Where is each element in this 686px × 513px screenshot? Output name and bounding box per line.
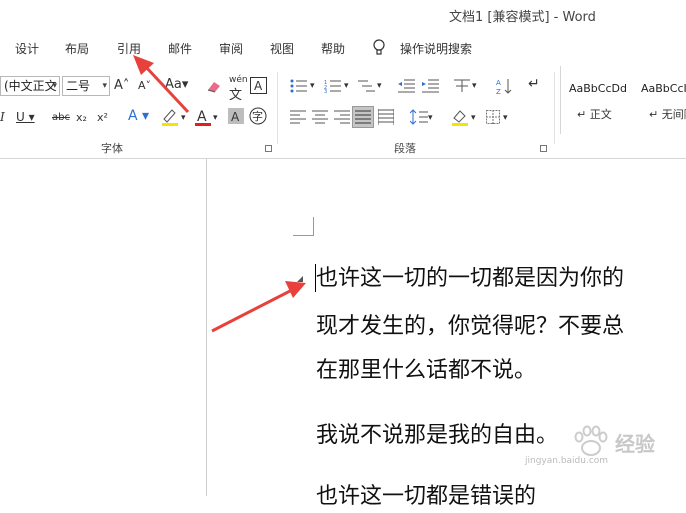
group-divider xyxy=(554,72,555,144)
chevron-down-icon[interactable]: ▾ xyxy=(472,78,477,94)
svg-text:Z: Z xyxy=(496,88,501,95)
align-center-icon[interactable] xyxy=(312,110,328,124)
font-dialog-launcher-icon[interactable] xyxy=(265,145,272,152)
svg-text:3: 3 xyxy=(324,89,327,93)
page-left-edge xyxy=(206,159,207,496)
font-name-combo[interactable]: (中文正文 ▾ xyxy=(0,76,60,96)
chevron-down-icon[interactable]: ▾ xyxy=(52,77,57,95)
tab-mailings[interactable]: 邮件 xyxy=(168,40,192,57)
tab-references[interactable]: 引用 xyxy=(117,40,141,57)
paragraph-line[interactable]: 在那里什么话都不说。 xyxy=(316,355,536,387)
bullets-icon[interactable] xyxy=(290,79,308,93)
subscript-icon[interactable]: x₂ xyxy=(76,110,87,126)
distributed-icon[interactable] xyxy=(378,109,394,125)
line-spacing-icon[interactable] xyxy=(410,109,428,125)
margin-corner-mark xyxy=(293,235,313,236)
font-group-label: 字体 xyxy=(101,142,123,155)
enclose-characters-icon[interactable]: 字 xyxy=(249,107,267,125)
highlight-color-icon[interactable] xyxy=(160,107,180,127)
font-name-value: (中文正文 xyxy=(4,79,57,93)
tab-design[interactable]: 设计 xyxy=(15,40,39,57)
tab-review[interactable]: 审阅 xyxy=(219,40,243,57)
paragraph-dialog-launcher-icon[interactable] xyxy=(540,145,547,152)
text-effects-icon[interactable]: A ▾ xyxy=(128,108,149,124)
paragraph-line[interactable]: 我说不说那是我的自由。 xyxy=(316,420,558,452)
grow-font-icon[interactable]: A˄ xyxy=(114,78,129,94)
show-marks-icon[interactable]: ↵ xyxy=(528,76,540,92)
chinese-layout-icon[interactable] xyxy=(452,78,472,94)
justify-button[interactable] xyxy=(352,106,374,128)
title-bar: 文档1 [兼容模式] - Word xyxy=(0,0,686,30)
style-no-spacing[interactable]: AaBbCcI ↵ 无间隔 xyxy=(635,72,686,130)
character-shading-icon[interactable]: A xyxy=(228,108,244,124)
baidu-jingyan-watermark: 经验 jingyan.baidu.com xyxy=(525,420,685,470)
chevron-down-icon[interactable]: ▾ xyxy=(377,78,382,94)
style-normal[interactable]: AaBbCcDd ↵ 正文 xyxy=(563,72,633,130)
change-case-button[interactable]: Aa▾ xyxy=(165,77,188,93)
font-color-icon[interactable]: A xyxy=(194,107,212,127)
underline-icon[interactable]: U ▾ xyxy=(16,109,35,125)
align-left-icon[interactable] xyxy=(290,110,306,124)
chevron-down-icon[interactable]: ▾ xyxy=(503,110,508,126)
svg-text:A: A xyxy=(496,79,501,87)
decrease-indent-icon[interactable] xyxy=(398,78,416,94)
watermark-url: jingyan.baidu.com xyxy=(525,456,609,466)
italic-icon[interactable]: I xyxy=(0,109,5,125)
chevron-down-icon[interactable]: ▾ xyxy=(213,110,218,126)
chevron-down-icon[interactable]: ▾ xyxy=(344,78,349,94)
pinyin-glyph: 文 xyxy=(229,88,243,103)
paragraph-group-label: 段落 xyxy=(394,142,416,155)
style-sample: AaBbCcDd xyxy=(569,82,627,95)
ribbon-tabs: 设计 布局 引用 邮件 审阅 视图 帮助 操作说明搜索 xyxy=(0,30,686,66)
superscript-icon[interactable]: x² xyxy=(97,110,108,126)
margin-corner-mark xyxy=(313,217,314,236)
justify-icon xyxy=(355,110,371,124)
ribbon-home: (中文正文 ▾ 二号 ▾ A˄ A˅ Aa▾ wén 文 A I U ▾ abc x₂… xyxy=(0,66,686,159)
chevron-down-icon[interactable]: ▾ xyxy=(471,110,476,126)
align-right-icon[interactable] xyxy=(334,110,350,124)
change-case-label: Aa xyxy=(165,77,182,92)
window-title: 文档1 [兼容模式] - Word xyxy=(449,10,596,25)
pinyin-label: wén xyxy=(229,75,248,85)
styles-gallery: AaBbCcDd ↵ 正文 AaBbCcI ↵ 无间隔 xyxy=(560,66,686,134)
chevron-down-icon[interactable]: ▾ xyxy=(428,110,433,126)
paragraph-marker-icon xyxy=(297,276,303,282)
tell-me-search[interactable]: 操作说明搜索 xyxy=(400,40,472,57)
clear-formatting-icon[interactable] xyxy=(206,78,224,94)
tab-help[interactable]: 帮助 xyxy=(321,40,345,57)
paragraph-line[interactable]: 现才发生的，你觉得呢？不要总 xyxy=(316,311,624,343)
paragraph-line[interactable]: 也许这一切的一切都是因为你的 xyxy=(316,263,624,295)
style-name: ↵ 无间隔 xyxy=(649,106,686,122)
style-name-text: 无间隔 xyxy=(661,108,686,121)
chevron-down-icon[interactable]: ▾ xyxy=(181,110,186,126)
multilevel-list-icon[interactable] xyxy=(358,79,376,93)
shrink-font-icon[interactable]: A˅ xyxy=(138,78,151,94)
tab-layout[interactable]: 布局 xyxy=(65,40,89,57)
group-divider xyxy=(277,72,278,144)
style-name-text: 正文 xyxy=(589,108,612,121)
borders-icon[interactable] xyxy=(486,110,500,124)
sort-icon[interactable]: AZ xyxy=(496,77,512,95)
tab-view[interactable]: 视图 xyxy=(270,40,294,57)
style-sample: AaBbCcI xyxy=(641,82,686,95)
character-border-icon[interactable]: A xyxy=(250,77,267,94)
watermark-text: 经验 xyxy=(615,432,655,456)
strikethrough-icon[interactable]: abc xyxy=(52,110,70,126)
svg-text:A: A xyxy=(197,109,207,125)
paragraph-line[interactable]: 也许这一切都是错误的 xyxy=(316,481,536,513)
lightbulb-icon xyxy=(373,39,385,55)
pinyin-guide-button[interactable]: wén 文 xyxy=(229,72,248,105)
shading-icon[interactable] xyxy=(450,108,470,126)
style-name: ↵ 正文 xyxy=(577,108,612,121)
paw-logo-icon xyxy=(574,425,608,456)
increase-indent-icon[interactable] xyxy=(422,78,440,94)
chevron-down-icon[interactable]: ▾ xyxy=(102,77,107,95)
numbering-icon[interactable]: 123 xyxy=(324,79,342,93)
svg-text:A: A xyxy=(254,79,263,93)
svg-text:A: A xyxy=(231,110,240,124)
chevron-down-icon[interactable]: ▾ xyxy=(310,78,315,94)
font-size-value: 二号 xyxy=(66,79,91,93)
font-size-combo[interactable]: 二号 ▾ xyxy=(62,76,110,96)
svg-text:字: 字 xyxy=(252,109,263,123)
